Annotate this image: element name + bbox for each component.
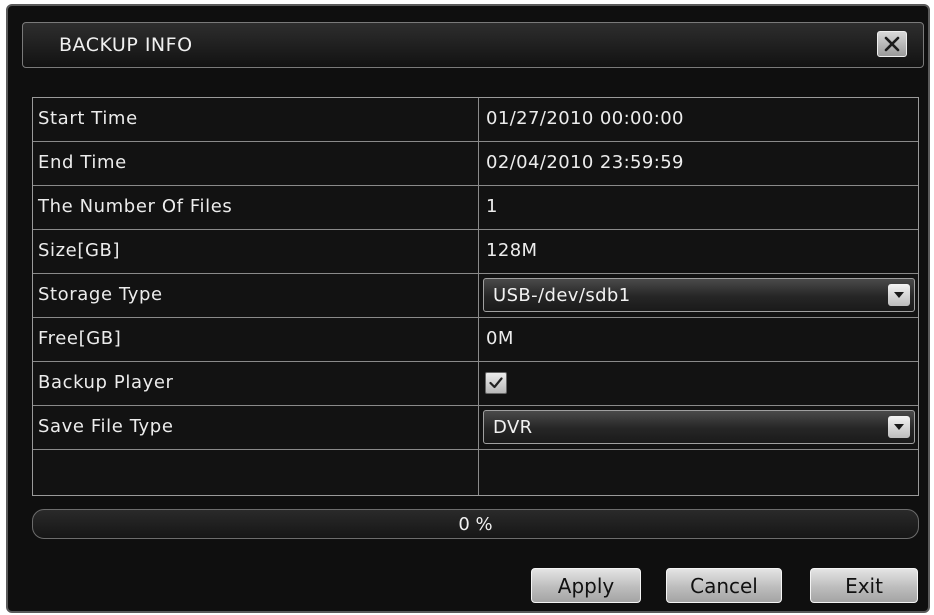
row-number-of-files: The Number Of Files 1 <box>33 186 918 230</box>
number-of-files-value: 1 <box>486 196 498 217</box>
label-cell: Free[GB] <box>33 318 479 361</box>
cancel-button[interactable]: Cancel <box>666 568 782 603</box>
row-backup-player: Backup Player <box>33 362 918 406</box>
backup-progress-bar: 0 % <box>32 509 919 539</box>
size-label: Size[GB] <box>38 240 121 261</box>
label-cell: Backup Player <box>33 362 479 405</box>
title-bar: BACKUP INFO <box>22 22 924 68</box>
check-icon <box>489 377 503 389</box>
end-time-label: End Time <box>38 152 127 173</box>
save-file-type-selected-value: DVR <box>493 417 533 438</box>
label-cell: Storage Type <box>33 274 479 317</box>
dialog-title: BACKUP INFO <box>59 34 193 56</box>
storage-type-label: Storage Type <box>38 284 163 305</box>
backup-player-label: Backup Player <box>38 372 174 393</box>
row-start-time: Start Time 01/27/2010 00:00:00 <box>33 98 918 142</box>
close-button[interactable] <box>877 31 907 57</box>
row-storage-type: Storage Type USB-/dev/sdb1 <box>33 274 918 318</box>
label-cell: Size[GB] <box>33 230 479 273</box>
row-size: Size[GB] 128M <box>33 230 918 274</box>
label-cell <box>33 450 479 495</box>
label-cell: Save File Type <box>33 406 479 449</box>
save-file-type-select[interactable]: DVR <box>483 410 915 444</box>
chevron-down-icon[interactable] <box>888 284 910 306</box>
row-empty <box>33 450 918 495</box>
free-label: Free[GB] <box>38 328 122 349</box>
backup-player-checkbox[interactable] <box>485 372 507 394</box>
chevron-down-icon[interactable] <box>888 416 910 438</box>
close-icon <box>884 36 900 52</box>
row-free: Free[GB] 0M <box>33 318 918 362</box>
storage-type-selected-value: USB-/dev/sdb1 <box>493 285 631 306</box>
number-of-files-label: The Number Of Files <box>38 196 233 217</box>
save-file-type-label: Save File Type <box>38 416 174 437</box>
start-time-label: Start Time <box>38 108 138 129</box>
progress-text: 0 % <box>458 514 493 535</box>
size-value: 128M <box>486 240 538 261</box>
free-value: 0M <box>486 328 514 349</box>
label-cell: Start Time <box>33 98 479 141</box>
start-time-value: 01/27/2010 00:00:00 <box>486 108 684 129</box>
storage-type-select[interactable]: USB-/dev/sdb1 <box>483 278 915 312</box>
label-cell: End Time <box>33 142 479 185</box>
end-time-value: 02/04/2010 23:59:59 <box>486 152 684 173</box>
row-end-time: End Time 02/04/2010 23:59:59 <box>33 142 918 186</box>
apply-button[interactable]: Apply <box>531 568 641 603</box>
row-save-file-type: Save File Type DVR <box>33 406 918 450</box>
label-cell: The Number Of Files <box>33 186 479 229</box>
backup-info-table: Start Time 01/27/2010 00:00:00 End Time … <box>32 97 919 496</box>
exit-button[interactable]: Exit <box>810 568 918 603</box>
